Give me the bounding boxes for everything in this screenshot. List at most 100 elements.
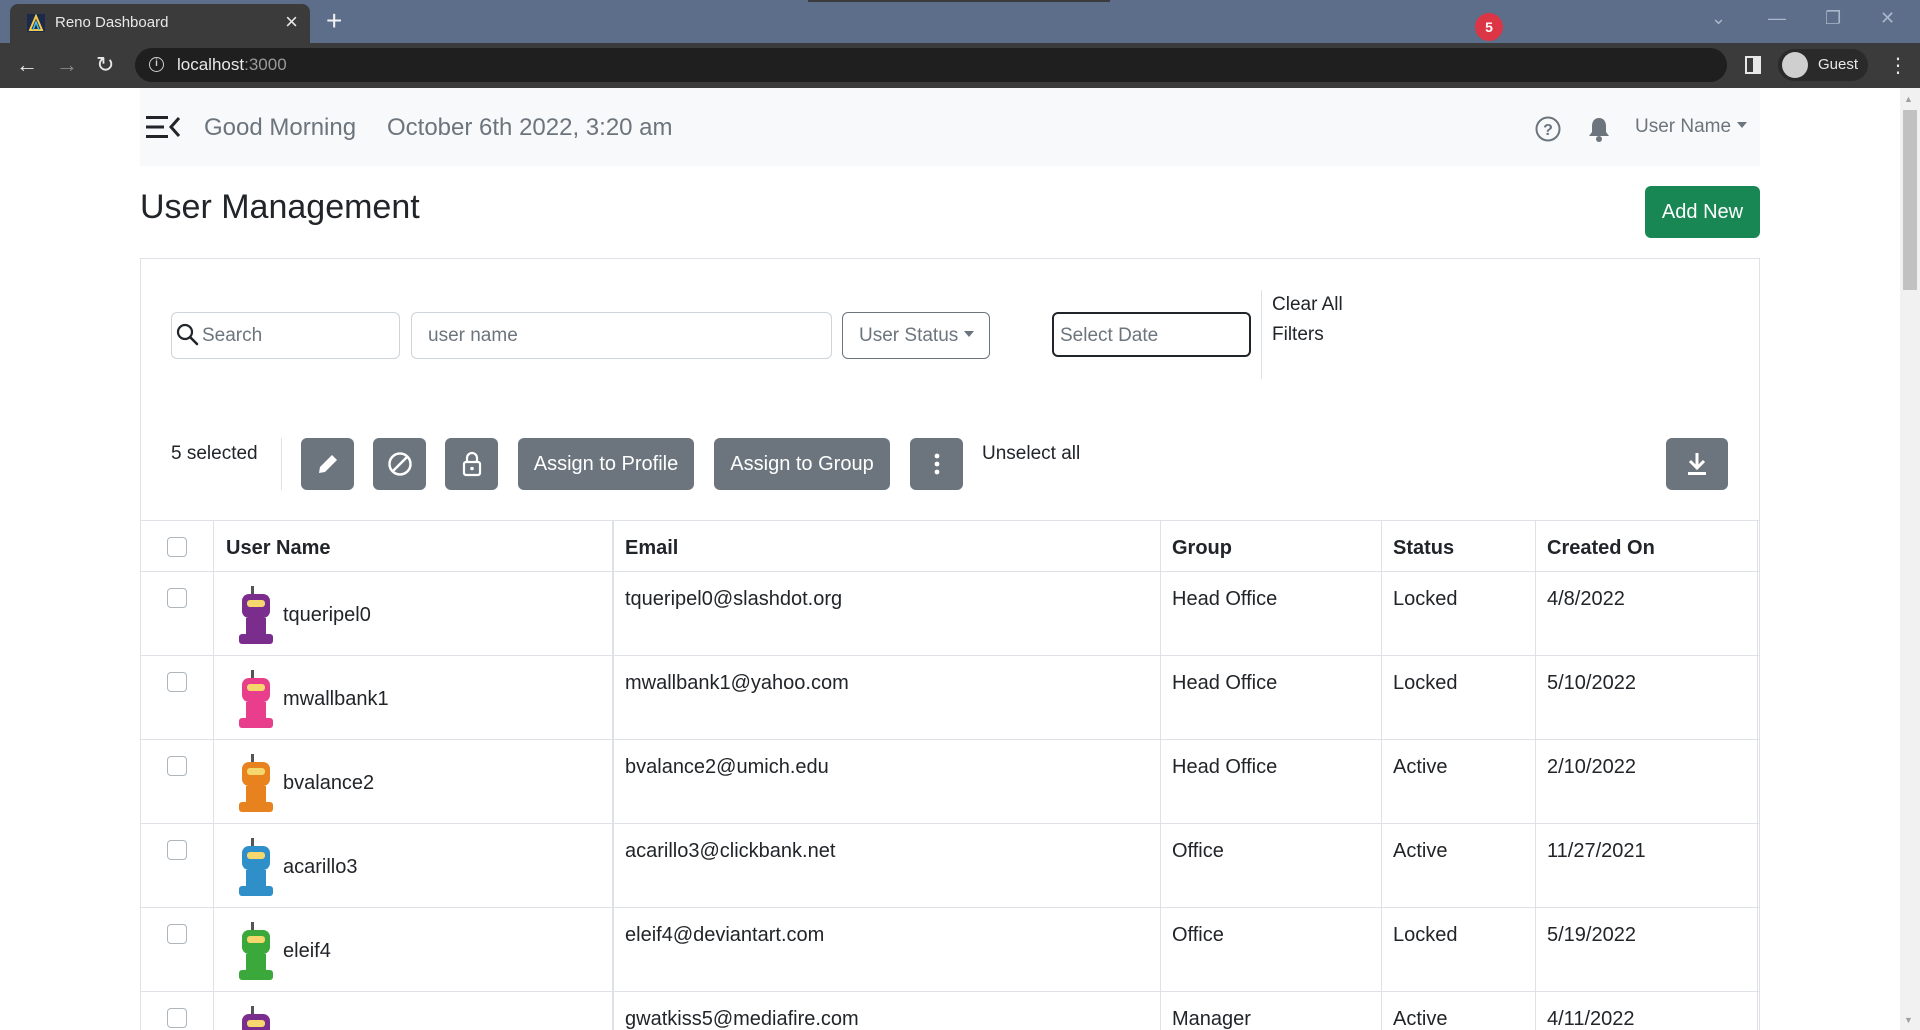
scroll-up-icon[interactable]: ▲ <box>1904 94 1913 104</box>
created-text: 11/27/2021 <box>1547 840 1646 862</box>
current-datetime: October 6th 2022, 3:20 am <box>387 114 673 141</box>
help-icon[interactable]: ? <box>1535 116 1561 142</box>
sidebar-toggle-icon[interactable] <box>146 115 180 139</box>
scroll-down-icon[interactable]: ▼ <box>1904 1015 1913 1025</box>
notification-badge: 5 <box>1475 13 1503 41</box>
assign-to-profile-button[interactable]: Assign to Profile <box>518 438 694 490</box>
group-text: Head Office <box>1172 672 1278 694</box>
created-cell: 5/19/2022 <box>1536 908 1758 991</box>
row-checkbox[interactable] <box>167 672 187 692</box>
username-text[interactable]: mwallbank1 <box>283 688 389 711</box>
header-username[interactable]: User Name <box>214 521 614 571</box>
table-row[interactable]: acarillo3 acarillo3@clickbank.net Office… <box>141 824 1759 908</box>
header-email[interactable]: Email <box>614 521 1161 571</box>
user-menu-toggle[interactable]: User Name <box>1635 116 1747 138</box>
unselect-all-link[interactable]: Unselect all <box>982 443 1080 465</box>
profile-label: Guest <box>1818 56 1859 73</box>
select-all-checkbox[interactable] <box>167 537 187 557</box>
bell-icon[interactable] <box>1587 116 1611 142</box>
disable-button[interactable] <box>373 438 426 490</box>
username-text[interactable]: eleif4 <box>283 940 331 963</box>
window-close-icon[interactable]: ✕ <box>1880 8 1895 29</box>
status-text: Locked <box>1393 924 1458 946</box>
group-cell: Head Office <box>1161 572 1382 655</box>
reload-icon[interactable]: ↻ <box>96 51 114 79</box>
page-title: User Management <box>140 188 420 226</box>
edit-button[interactable] <box>301 438 354 490</box>
status-text: Locked <box>1393 672 1458 694</box>
download-icon <box>1688 453 1706 475</box>
minimize-icon[interactable]: — <box>1768 8 1786 29</box>
created-cell: 4/11/2022 <box>1536 992 1758 1030</box>
username-placeholder: user name <box>428 325 518 346</box>
username-cell: bvalance2 <box>214 740 614 823</box>
address-url: localhost:3000 <box>177 55 287 74</box>
created-text: 2/10/2022 <box>1547 756 1636 778</box>
username-text[interactable]: tqueripel0 <box>283 604 371 627</box>
username-text[interactable]: bvalance2 <box>283 772 374 795</box>
group-cell: Office <box>1161 908 1382 991</box>
email-text: gwatkiss5@mediafire.com <box>625 1008 859 1030</box>
header-created-on[interactable]: Created On <box>1536 521 1758 571</box>
profile-button[interactable]: Guest <box>1778 49 1868 81</box>
assign-to-group-button[interactable]: Assign to Group <box>714 438 890 490</box>
username-text[interactable]: acarillo3 <box>283 856 357 879</box>
search-icon <box>176 323 199 346</box>
search-input[interactable]: Search <box>171 312 400 359</box>
group-cell: Head Office <box>1161 656 1382 739</box>
created-cell: 5/10/2022 <box>1536 656 1758 739</box>
row-checkbox[interactable] <box>167 1008 187 1028</box>
username-filter-input[interactable]: user name <box>411 312 832 359</box>
tab-search-icon[interactable]: ⌄ <box>1711 8 1726 29</box>
header-group[interactable]: Group <box>1161 521 1382 571</box>
browser-toolbar: ← → ↻ i localhost:3000 Guest ⋮ <box>0 43 1920 88</box>
more-actions-button[interactable] <box>910 438 963 490</box>
row-checkbox[interactable] <box>167 588 187 608</box>
row-checkbox[interactable] <box>167 756 187 776</box>
back-icon[interactable]: ← <box>16 51 38 79</box>
svg-text:?: ? <box>1543 122 1553 139</box>
column-header: User Name <box>226 537 331 559</box>
created-text: 5/19/2022 <box>1547 924 1636 946</box>
more-vertical-icon <box>934 453 940 475</box>
status-text: Active <box>1393 756 1448 778</box>
status-cell: Active <box>1382 740 1536 823</box>
status-cell: Active <box>1382 824 1536 907</box>
table-row[interactable]: mwallbank1 mwallbank1@yahoo.com Head Off… <box>141 656 1759 740</box>
status-text: Locked <box>1393 588 1458 610</box>
browser-menu-icon[interactable]: ⋮ <box>1888 53 1908 78</box>
add-new-button[interactable]: Add New <box>1645 186 1760 238</box>
table-row[interactable]: tqueripel0 tqueripel0@slashdot.org Head … <box>141 572 1759 656</box>
site-info-icon[interactable]: i <box>149 57 164 72</box>
header-status[interactable]: Status <box>1382 521 1536 571</box>
user-status-label: User Status <box>859 325 974 347</box>
address-bar[interactable]: i localhost:3000 <box>135 48 1727 82</box>
email-cell: mwallbank1@yahoo.com <box>614 656 1161 739</box>
username-cell <box>214 992 614 1030</box>
date-picker-input[interactable]: Select Date <box>1052 312 1251 357</box>
download-button[interactable] <box>1666 438 1728 490</box>
table-row[interactable]: gwatkiss5@mediafire.com Manager Active 4… <box>141 992 1759 1030</box>
row-checkbox[interactable] <box>167 924 187 944</box>
column-header: Created On <box>1547 537 1655 559</box>
username-cell: acarillo3 <box>214 824 614 907</box>
table-row[interactable]: bvalance2 bvalance2@umich.edu Head Offic… <box>141 740 1759 824</box>
side-panel-icon[interactable] <box>1745 56 1761 74</box>
browser-tab[interactable]: Reno Dashboard × <box>10 4 310 43</box>
lock-button[interactable] <box>445 438 498 490</box>
row-checkbox[interactable] <box>167 840 187 860</box>
forward-icon[interactable]: → <box>56 51 78 79</box>
tab-close-icon[interactable]: × <box>285 11 298 33</box>
status-cell: Locked <box>1382 656 1536 739</box>
search-placeholder: Search <box>202 325 263 346</box>
clear-all-filters-link[interactable]: Clear All Filters <box>1272 290 1352 350</box>
robot-avatar-icon <box>239 754 273 812</box>
scrollbar-thumb[interactable] <box>1903 110 1917 290</box>
restore-icon[interactable]: ❐ <box>1825 8 1841 29</box>
column-header: Email <box>625 537 679 559</box>
group-cell: Manager <box>1161 992 1382 1030</box>
table-row[interactable]: eleif4 eleif4@deviantart.com Office Lock… <box>141 908 1759 992</box>
user-status-dropdown[interactable]: User Status <box>842 312 990 359</box>
filter-divider <box>1261 290 1262 379</box>
new-tab-icon[interactable]: + <box>326 6 342 36</box>
